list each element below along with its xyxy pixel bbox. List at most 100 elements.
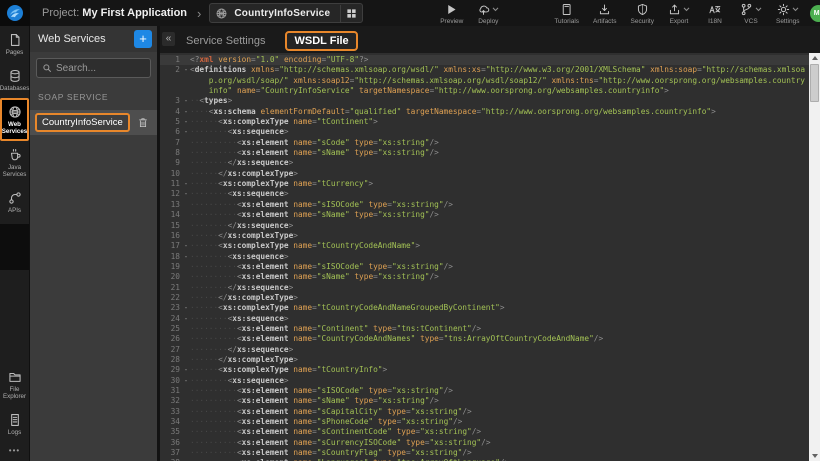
deploy-button[interactable]: Deploy bbox=[477, 3, 499, 25]
service-name-box[interactable]: CountryInfoService bbox=[35, 113, 130, 132]
rail-overflow-menu[interactable]: ••• bbox=[0, 442, 29, 461]
chevron-down-icon bbox=[683, 7, 690, 12]
deploy-icon bbox=[477, 3, 490, 16]
java-services-icon bbox=[8, 148, 22, 162]
settings-button[interactable]: Settings bbox=[776, 3, 800, 25]
grid-icon[interactable] bbox=[340, 5, 362, 22]
soap-service-section-label: SOAP SERVICE bbox=[30, 82, 157, 110]
fold-marker[interactable]: - bbox=[182, 189, 190, 199]
collapse-panel-button[interactable]: « bbox=[162, 32, 175, 46]
fold-marker[interactable]: - bbox=[182, 127, 190, 137]
pages-icon bbox=[8, 33, 22, 47]
fold-marker[interactable]: - bbox=[182, 376, 190, 386]
scroll-down-arrow[interactable] bbox=[809, 451, 820, 461]
app-logo[interactable] bbox=[0, 0, 30, 26]
vertical-scrollbar[interactable] bbox=[809, 53, 820, 461]
sidebar-item-java-services[interactable]: Java Services bbox=[0, 141, 29, 184]
code-line: 19··········<xs:element name="sISOCode" … bbox=[160, 262, 809, 272]
line-number: 28 bbox=[160, 355, 182, 365]
sidebar-item-label: Logs bbox=[8, 429, 21, 436]
fold-marker[interactable]: - bbox=[182, 365, 190, 375]
code-line: 2-<definitions xmlns="http://schemas.xml… bbox=[160, 65, 809, 96]
fold-marker[interactable]: - bbox=[182, 314, 190, 324]
fold-marker[interactable]: - bbox=[182, 303, 190, 313]
vcs-icon bbox=[740, 3, 753, 16]
logs-icon bbox=[8, 413, 22, 427]
preview-button[interactable]: Preview bbox=[440, 3, 463, 25]
sidebar-item-databases[interactable]: Databases bbox=[0, 62, 29, 98]
add-service-button[interactable]: + bbox=[134, 30, 152, 48]
tutorials-button[interactable]: Tutorials bbox=[554, 3, 579, 25]
sidebar-item-label: Java Services bbox=[2, 164, 27, 178]
code-line: 15········</xs:sequence> bbox=[160, 221, 809, 231]
chevron-down-icon bbox=[492, 7, 499, 12]
fold-marker[interactable]: - bbox=[182, 179, 190, 189]
code-content[interactable]: 1<?xml version="1.0" encoding="UTF-8"?>2… bbox=[160, 53, 809, 461]
line-number: 6 bbox=[160, 127, 182, 137]
export-button[interactable]: Export bbox=[668, 3, 690, 25]
i18n-button[interactable]: I18N bbox=[704, 3, 726, 25]
globe-icon bbox=[215, 7, 228, 20]
code-line: 1<?xml version="1.0" encoding="UTF-8"?> bbox=[160, 55, 809, 65]
line-number: 21 bbox=[160, 283, 182, 293]
fold-marker[interactable]: - bbox=[182, 117, 190, 127]
service-list-item[interactable]: CountryInfoService bbox=[30, 110, 157, 135]
code-line: 3-··<types> bbox=[160, 96, 809, 106]
code-line: 24-········<xs:sequence> bbox=[160, 314, 809, 324]
line-number: 30 bbox=[160, 376, 182, 386]
action-label: Security bbox=[631, 18, 654, 25]
wavemaker-logo-icon bbox=[6, 4, 24, 22]
code-line: 31··········<xs:element name="sISOCode" … bbox=[160, 386, 809, 396]
action-label: Settings bbox=[776, 18, 800, 25]
artifacts-button[interactable]: Artifacts bbox=[593, 3, 616, 25]
security-button[interactable]: Security bbox=[631, 3, 654, 25]
trash-icon[interactable] bbox=[137, 116, 149, 129]
search-input[interactable] bbox=[56, 63, 136, 74]
service-tab-label: CountryInfoService bbox=[234, 8, 340, 19]
code-line: 5-······<xs:complexType name="tContinent… bbox=[160, 117, 809, 127]
line-number: 11 bbox=[160, 179, 182, 189]
scroll-up-arrow[interactable] bbox=[809, 53, 820, 63]
code-line: 22······</xs:complexType> bbox=[160, 293, 809, 303]
sidebar-item-file-explorer[interactable]: File Explorer bbox=[0, 363, 29, 406]
line-number: 16 bbox=[160, 231, 182, 241]
chevron-down-icon bbox=[755, 7, 762, 12]
sidebar-item-pages[interactable]: Pages bbox=[0, 26, 29, 62]
fold-marker[interactable]: - bbox=[182, 107, 190, 117]
code-line: 8··········<xs:element name="sName" type… bbox=[160, 148, 809, 158]
tab-service-settings[interactable]: Service Settings bbox=[186, 35, 265, 47]
fold-marker bbox=[182, 396, 190, 406]
fold-marker[interactable]: - bbox=[182, 241, 190, 251]
fold-marker[interactable]: - bbox=[182, 252, 190, 262]
fold-marker[interactable]: - bbox=[182, 96, 190, 106]
fold-marker[interactable]: - bbox=[182, 65, 190, 96]
app-window: Project:My First Application › CountryIn… bbox=[0, 0, 820, 461]
sidebar-item-logs[interactable]: Logs bbox=[0, 406, 29, 442]
file-explorer-icon bbox=[8, 370, 22, 384]
code-editor[interactable]: 1<?xml version="1.0" encoding="UTF-8"?>2… bbox=[160, 53, 820, 461]
action-label: VCS bbox=[744, 18, 757, 25]
left-rail: Pages DatabasesWeb Services Java Services A… bbox=[0, 26, 30, 461]
fold-marker bbox=[182, 283, 190, 293]
line-number: 10 bbox=[160, 169, 182, 179]
service-tab-chip[interactable]: CountryInfoService bbox=[209, 3, 363, 23]
avatar[interactable]: MP bbox=[810, 5, 820, 22]
web-services-panel: Web Services + SOAP SERVICE CountryInfoS… bbox=[30, 26, 160, 461]
fold-marker bbox=[182, 334, 190, 344]
chevron-down-icon bbox=[792, 7, 799, 12]
action-label: Artifacts bbox=[593, 18, 616, 25]
sidebar-item-web-services[interactable]: Web Services bbox=[0, 98, 29, 141]
vcs-button[interactable]: VCS bbox=[740, 3, 762, 25]
sidebar-item-apis[interactable]: APIs bbox=[0, 184, 29, 220]
line-number: 31 bbox=[160, 386, 182, 396]
sidebar-item-label: Pages bbox=[6, 49, 24, 56]
line-number: 5 bbox=[160, 117, 182, 127]
fold-marker bbox=[182, 293, 190, 303]
search-box[interactable] bbox=[36, 58, 151, 78]
code-line: 37··········<xs:element name="sCountryFl… bbox=[160, 448, 809, 458]
tab-wsdl-file[interactable]: WSDL File bbox=[285, 31, 357, 51]
code-line: 14··········<xs:element name="sName" typ… bbox=[160, 210, 809, 220]
line-number: 25 bbox=[160, 324, 182, 334]
scroll-thumb[interactable] bbox=[810, 64, 819, 102]
code-line: 17-······<xs:complexType name="tCountryC… bbox=[160, 241, 809, 251]
